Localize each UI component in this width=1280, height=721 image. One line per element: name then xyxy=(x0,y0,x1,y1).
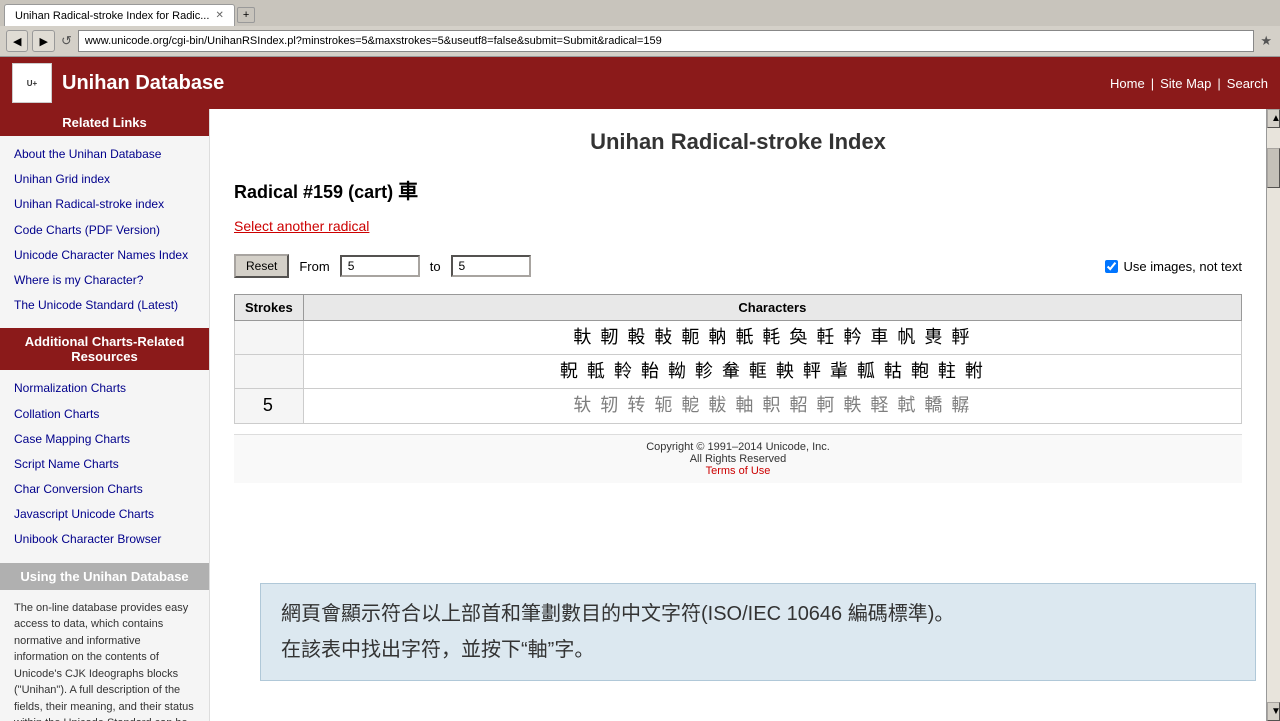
sidebar-item-scriptname[interactable]: Script Name Charts xyxy=(0,452,209,477)
chars-cell-3: 轪 轫 转 轭 軶 軷 軸 軹 軺 軻 軼 軽 軾 轎 轏 xyxy=(303,389,1241,423)
tooltip-line2: 在該表中找出字符，並按下“軸”字。 xyxy=(281,632,1235,668)
url-bar[interactable] xyxy=(78,30,1255,52)
related-links-title: Related Links xyxy=(0,109,209,136)
main-area: Related Links About the Unihan Database … xyxy=(0,109,1280,721)
page-title: Unihan Radical-stroke Index xyxy=(234,129,1242,155)
tab-close-icon[interactable]: ✕ xyxy=(215,10,223,21)
site-title: Unihan Database xyxy=(62,72,224,95)
tab-bar: Unihan Radical-stroke Index for Radic...… xyxy=(0,0,1280,26)
images-checkbox[interactable] xyxy=(1105,260,1118,273)
radical-label: Radical #159 (cart) xyxy=(234,182,393,202)
forward-button[interactable]: ▶ xyxy=(32,30,54,52)
to-label: to xyxy=(430,259,441,274)
nav-bar: ◀ ▶ ↺ ★ xyxy=(0,26,1280,56)
scroll-down-arrow[interactable]: ▼ xyxy=(1267,702,1280,721)
sidebar-item-javascript[interactable]: Javascript Unicode Charts xyxy=(0,502,209,527)
additional-charts-title: Additional Charts-Related Resources xyxy=(0,328,209,370)
select-radical-link[interactable]: Select another radical xyxy=(234,218,1242,234)
scroll-track xyxy=(1267,128,1280,702)
stroke-count-3: 5 xyxy=(235,389,304,423)
tooltip-line1: 網頁會顯示符合以上部首和筆劃數目的中文字符(ISO/IEC 10646 編碼標準… xyxy=(281,596,1235,632)
using-text: The on-line database provides easy acces… xyxy=(0,596,209,721)
nav-search[interactable]: Search xyxy=(1227,76,1268,91)
sidebar-item-about[interactable]: About the Unihan Database xyxy=(0,142,209,167)
sidebar-item-collation[interactable]: Collation Charts xyxy=(0,402,209,427)
col-header-characters: Characters xyxy=(303,295,1241,321)
nav-sep-2: | xyxy=(1217,76,1220,91)
scroll-up-arrow[interactable]: ▲ xyxy=(1267,109,1280,128)
site-logo: U+ xyxy=(12,63,52,103)
controls-row: Reset From to Use images, not text xyxy=(234,254,1242,278)
sidebar-item-codecharts[interactable]: Code Charts (PDF Version) xyxy=(0,218,209,243)
sidebar-item-radical[interactable]: Unihan Radical-stroke index xyxy=(0,192,209,217)
scrollbar[interactable]: ▲ ▼ xyxy=(1266,109,1280,721)
active-tab[interactable]: Unihan Radical-stroke Index for Radic...… xyxy=(4,4,235,26)
checkbox-text: Use images, not text xyxy=(1124,259,1243,274)
sidebar-item-normalization[interactable]: Normalization Charts xyxy=(0,376,209,401)
back-button[interactable]: ◀ xyxy=(6,30,28,52)
col-header-strokes: Strokes xyxy=(235,295,304,321)
site-header: U+ Unihan Database Home | Site Map | Sea… xyxy=(0,57,1280,109)
refresh-button[interactable]: ↺ xyxy=(59,33,74,49)
footer-line1: Copyright © 1991–2014 Unicode, Inc. xyxy=(240,441,1236,453)
site-nav: Home | Site Map | Search xyxy=(1110,76,1268,91)
using-title: Using the Unihan Database xyxy=(0,563,209,590)
tooltip-overlay: 網頁會顯示符合以上部首和筆劃數目的中文字符(ISO/IEC 10646 編碼標準… xyxy=(260,583,1256,681)
from-input[interactable] xyxy=(340,255,420,277)
reset-button[interactable]: Reset xyxy=(234,254,289,278)
table-row: 5 轪 轫 转 轭 軶 軷 軸 軹 軺 軻 軼 軽 軾 轎 轏 xyxy=(235,389,1242,423)
stroke-count-1 xyxy=(235,321,304,355)
nav-home[interactable]: Home xyxy=(1110,76,1145,91)
scroll-thumb[interactable] xyxy=(1267,148,1280,188)
footer-terms-link[interactable]: Terms of Use xyxy=(706,465,771,477)
stroke-count-2 xyxy=(235,355,304,389)
sidebar-item-casemapping[interactable]: Case Mapping Charts xyxy=(0,427,209,452)
characters-table: Strokes Characters 軑 軔 軗 軙 軛 軜 軝 軞 奐 軠 軡… xyxy=(234,294,1242,424)
content-area: Unihan Radical-stroke Index Radical #159… xyxy=(210,109,1266,721)
chars-cell-1: 軑 軔 軗 軙 軛 軜 軝 軞 奐 軠 軡 車 帆 軣 軤 xyxy=(303,321,1241,355)
sidebar-item-standard[interactable]: The Unicode Standard (Latest) xyxy=(0,293,209,318)
radical-heading: Radical #159 (cart) 車 xyxy=(234,175,1242,204)
logo-text: U+ xyxy=(27,79,37,88)
from-label: From xyxy=(299,259,329,274)
radical-char: 車 xyxy=(398,181,418,203)
table-row: 軑 軔 軗 軙 軛 軜 軝 軞 奐 軠 軡 車 帆 軣 軤 xyxy=(235,321,1242,355)
bookmark-star-icon[interactable]: ★ xyxy=(1258,33,1274,49)
footer: Copyright © 1991–2014 Unicode, Inc. All … xyxy=(234,434,1242,483)
sidebar-item-wherechar[interactable]: Where is my Character? xyxy=(0,268,209,293)
table-row: 軦 軧 軨 軩 軪 軫 軬 軭 軮 軯 軰 軱 軲 軳 軴 軵 xyxy=(235,355,1242,389)
browser-chrome: Unihan Radical-stroke Index for Radic...… xyxy=(0,0,1280,57)
to-input[interactable] xyxy=(451,255,531,277)
nav-sitemap[interactable]: Site Map xyxy=(1160,76,1211,91)
tab-label: Unihan Radical-stroke Index for Radic... xyxy=(15,10,209,22)
nav-sep-1: | xyxy=(1151,76,1154,91)
images-checkbox-label: Use images, not text xyxy=(1105,259,1243,274)
sidebar-item-unibook[interactable]: Unibook Character Browser xyxy=(0,527,209,552)
sidebar-item-charnames[interactable]: Unicode Character Names Index xyxy=(0,243,209,268)
sidebar-item-charconversion[interactable]: Char Conversion Charts xyxy=(0,477,209,502)
footer-line2: All Rights Reserved xyxy=(240,453,1236,465)
logo-area: U+ Unihan Database xyxy=(12,63,224,103)
page-container: U+ Unihan Database Home | Site Map | Sea… xyxy=(0,57,1280,721)
sidebar: Related Links About the Unihan Database … xyxy=(0,109,210,721)
sidebar-item-grid[interactable]: Unihan Grid index xyxy=(0,167,209,192)
new-tab-button[interactable]: + xyxy=(237,7,255,23)
chars-cell-2: 軦 軧 軨 軩 軪 軫 軬 軭 軮 軯 軰 軱 軲 軳 軴 軵 xyxy=(303,355,1241,389)
